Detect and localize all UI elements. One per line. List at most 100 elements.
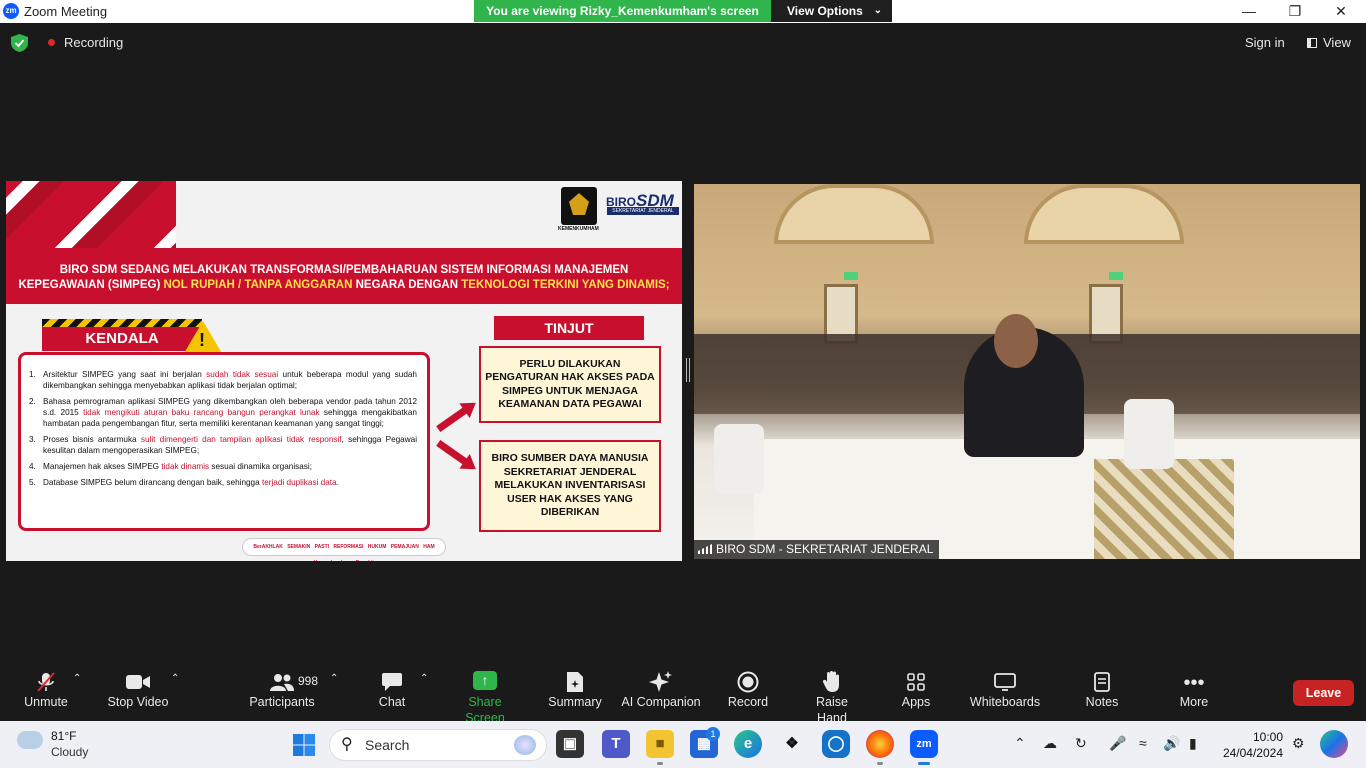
view-button[interactable]: View: [1307, 35, 1351, 50]
battery-icon[interactable]: ▮: [1189, 735, 1197, 752]
ai-companion-button[interactable]: AI Companion: [620, 664, 702, 721]
record-button[interactable]: Record: [726, 664, 770, 721]
clock-date: 24/04/2024: [1222, 746, 1283, 760]
security-shield-icon[interactable]: [11, 34, 28, 52]
list-item: 4. Manajemen hak akses SIMPEG tidak dinam…: [29, 461, 417, 472]
signal-strength-icon: [698, 544, 712, 554]
list-item: 1. Arsitektur SIMPEG yang saat ini berjal…: [29, 369, 417, 391]
chair: [714, 424, 764, 494]
audio-options-caret-icon[interactable]: ⌃: [73, 673, 81, 684]
zoom-taskbar-icon[interactable]: zm: [910, 730, 938, 758]
minimize-button[interactable]: —: [1226, 0, 1272, 22]
participant-name-label: BIRO SDM - SEKRETARIAT JENDERAL: [694, 540, 940, 559]
participant-name: BIRO SDM - SEKRETARIAT JENDERAL: [716, 542, 934, 556]
list-item: 2. Bahasa pemrograman aplikasi SIMPEG yan…: [29, 396, 417, 429]
edge-browser-icon[interactable]: e: [734, 730, 762, 758]
participants-label: Participants: [249, 695, 315, 709]
file-explorer-icon[interactable]: ■: [646, 730, 674, 758]
search-highlight-icon: [514, 735, 536, 755]
notes-icon: [1080, 664, 1124, 694]
chat-options-caret-icon[interactable]: ⌃: [420, 673, 428, 684]
banner-text-a: KEPEGAWAIAN (SIMPEG): [18, 279, 164, 291]
windows-taskbar: 81°F Cloudy ⚲ Search ▣ T ■ ▦ 1 e ❖ ◯ zm …: [0, 721, 1366, 768]
sign-in-button[interactable]: Sign in: [1245, 35, 1285, 50]
tinjut-box-1: PERLU DILAKUKAN PENGATURAN HAK AKSES PAD…: [479, 346, 661, 423]
participant-video[interactable]: [694, 184, 1360, 559]
share-screen-button[interactable]: ↑ Share Screen: [448, 664, 522, 725]
running-indicator: [657, 762, 663, 765]
dropbox-icon[interactable]: ❖: [778, 730, 806, 758]
microphone-tray-icon[interactable]: 🎤: [1109, 735, 1126, 752]
summary-document-icon: [546, 664, 604, 694]
volume-icon[interactable]: 🔊: [1163, 735, 1180, 752]
taskbar-clock[interactable]: 10:00 24/04/2024: [1221, 729, 1283, 761]
split-view-handle[interactable]: [686, 358, 690, 382]
item-number: 3.: [29, 435, 36, 444]
raise-hand-button[interactable]: Raise Hand: [800, 664, 864, 725]
notes-label: Notes: [1085, 695, 1119, 709]
weather-condition[interactable]: Cloudy: [51, 745, 88, 759]
restore-button[interactable]: ❐: [1272, 0, 1318, 22]
tinjut-heading: TINJUT: [494, 316, 644, 340]
layout-icon: [1307, 38, 1317, 48]
banner-line-1: BIRO SDM SEDANG MELAKUKAN TRANSFORMASI/P…: [59, 264, 629, 276]
attendee-head: [994, 314, 1038, 368]
participants-button[interactable]: Participants: [246, 664, 318, 721]
notification-bell-icon[interactable]: ⚙: [1292, 735, 1305, 752]
update-icon[interactable]: ↻: [1075, 735, 1087, 752]
clock-time: 10:00: [1252, 730, 1283, 744]
unmute-label: Unmute: [24, 695, 68, 709]
cloudy-weather-icon[interactable]: [17, 731, 43, 749]
chat-button[interactable]: Chat: [370, 664, 414, 721]
task-view-icon[interactable]: ▣: [556, 730, 584, 758]
banner-highlight-1: NOL RUPIAH / TANPA ANGGARAN: [163, 279, 353, 291]
more-button[interactable]: ••• More: [1172, 664, 1216, 721]
record-label: Record: [727, 695, 769, 709]
close-button[interactable]: ✕: [1318, 0, 1364, 22]
zoom-logo-icon: zm: [3, 3, 19, 19]
firefox-icon[interactable]: [866, 730, 894, 758]
whiteboards-button[interactable]: Whiteboards: [966, 664, 1044, 721]
apps-button[interactable]: Apps: [896, 664, 936, 721]
window-title: Zoom Meeting: [24, 4, 108, 19]
show-hidden-icons-chevron-icon[interactable]: ⌃: [1014, 735, 1026, 752]
windows-start-icon[interactable]: [292, 733, 316, 757]
unmute-button[interactable]: Unmute: [16, 664, 76, 721]
record-icon: [726, 664, 770, 694]
store-notification-badge: 1: [706, 727, 720, 741]
apps-grid-icon: [896, 664, 936, 694]
view-label: View: [1323, 35, 1351, 50]
security-app-icon[interactable]: ◯: [822, 730, 850, 758]
kemenkumham-emblem-icon: [561, 187, 597, 225]
microphone-muted-icon: [16, 664, 76, 694]
item-text: Database SIMPEG belum dirancang dengan b…: [43, 478, 339, 487]
wifi-icon[interactable]: ≈: [1139, 735, 1147, 751]
raise-hand-icon: [800, 664, 864, 694]
video-camera-icon: [104, 664, 172, 694]
more-dots-icon: •••: [1183, 672, 1205, 694]
weather-temperature[interactable]: 81°F: [51, 729, 76, 743]
table-runner: [1094, 459, 1234, 559]
teams-icon[interactable]: T: [602, 730, 630, 758]
list-item: 5. Database SIMPEG belum dirancang dengan…: [29, 477, 417, 488]
participants-options-caret-icon[interactable]: ⌃: [330, 673, 338, 684]
shared-screen: KEMENKUMHAM BIROSDM SEKRETARIAT JENDERAL…: [6, 181, 682, 561]
running-indicator: [877, 762, 883, 765]
exit-sign: [844, 272, 858, 280]
taskbar-search[interactable]: ⚲ Search: [329, 729, 547, 761]
recording-label[interactable]: Recording: [64, 35, 123, 50]
video-options-caret-icon[interactable]: ⌃: [171, 673, 179, 684]
copilot-icon[interactable]: [1320, 730, 1348, 758]
ballroom-arch: [774, 184, 934, 244]
cloud-sync-icon[interactable]: ☁: [1043, 735, 1057, 752]
stop-video-button[interactable]: Stop Video: [104, 664, 172, 721]
summary-button[interactable]: Summary: [546, 664, 604, 721]
notes-button[interactable]: Notes: [1080, 664, 1124, 721]
whiteboards-label: Whiteboards: [969, 695, 1041, 709]
apps-label: Apps: [901, 695, 931, 709]
banner-text-c: NEGARA DENGAN: [352, 279, 462, 291]
view-options-button[interactable]: View Options ⌄: [771, 0, 892, 22]
window-titlebar: zm Zoom Meeting You are viewing Rizky_Ke…: [0, 0, 1366, 23]
slide-footer-logos: BerAKHLAK SEMAKIN PASTI REFORMASI HUKUM …: [242, 538, 446, 561]
leave-button[interactable]: Leave: [1293, 680, 1354, 706]
